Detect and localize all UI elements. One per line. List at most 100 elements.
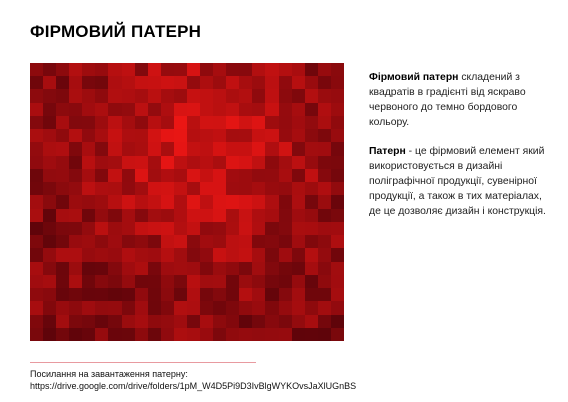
pattern-square: [278, 115, 292, 130]
pattern-square: [95, 76, 109, 90]
pattern-square: [239, 248, 253, 262]
pattern-square: [330, 102, 344, 116]
pattern-square: [173, 129, 187, 143]
pattern-square: [134, 115, 148, 130]
pattern-square: [43, 76, 57, 90]
pattern-square: [69, 314, 83, 328]
pattern-square: [291, 155, 305, 169]
pattern-square: [95, 168, 109, 183]
pattern-square: [95, 274, 109, 289]
pattern-square: [265, 274, 279, 289]
pattern-square: [330, 63, 344, 77]
pattern-square: [121, 208, 135, 222]
pattern-square: [95, 301, 109, 315]
pattern-square: [304, 301, 318, 315]
pattern-square: [82, 261, 96, 275]
pattern-square: [69, 115, 83, 130]
pattern-square: [134, 221, 148, 236]
download-label: Посилання на завантаження патерну:: [30, 369, 188, 379]
pattern-square: [56, 168, 70, 183]
pattern-square: [304, 195, 318, 209]
pattern-square: [200, 301, 214, 315]
pattern-square: [173, 274, 187, 289]
pattern-square: [226, 182, 240, 196]
pattern-square: [30, 89, 44, 103]
pattern-square: [121, 235, 135, 249]
description-block: Фірмовий патерн складений з квадратів в …: [369, 70, 554, 233]
pattern-square: [200, 261, 214, 275]
pattern-square: [317, 208, 331, 222]
pattern-square: [304, 235, 318, 249]
pattern-square: [304, 208, 318, 222]
pattern-square: [291, 261, 305, 275]
pattern-square: [147, 168, 161, 183]
pattern-square: [278, 142, 292, 156]
pattern-square: [226, 195, 240, 209]
pattern-square: [291, 129, 305, 143]
pattern-square: [186, 89, 201, 103]
pattern-square: [330, 182, 344, 196]
pattern-square: [304, 182, 318, 196]
pattern-square: [278, 155, 292, 169]
pattern-square: [108, 168, 122, 183]
pattern-square: [147, 142, 161, 156]
pattern-square: [43, 129, 57, 143]
pattern-square: [265, 168, 279, 183]
pattern-square: [330, 288, 344, 302]
pattern-square: [226, 288, 240, 302]
pattern-square: [160, 327, 174, 341]
pattern-square: [160, 182, 174, 196]
pattern-square: [30, 155, 44, 169]
pattern-square: [304, 155, 318, 169]
pattern-square: [265, 195, 279, 209]
pattern-square: [278, 182, 292, 196]
pattern-square: [226, 76, 240, 90]
pattern-square: [147, 288, 161, 302]
pattern-square: [278, 221, 292, 236]
pattern-square: [239, 314, 253, 328]
pattern-square: [330, 195, 344, 209]
pattern-square: [239, 89, 253, 103]
pattern-square: [330, 155, 344, 169]
pattern-square: [160, 89, 174, 103]
pattern-square: [252, 102, 266, 116]
pattern-square: [186, 115, 201, 130]
pattern-square: [278, 195, 292, 209]
download-link[interactable]: https://drive.google.com/drive/folders/1…: [30, 381, 356, 391]
pattern-square: [304, 314, 318, 328]
pattern-square: [186, 129, 201, 143]
pattern-square: [160, 261, 174, 275]
pattern-square: [265, 314, 279, 328]
pattern-square: [69, 89, 83, 103]
pattern-square: [330, 129, 344, 143]
pattern-square: [304, 168, 318, 183]
pattern-square: [56, 261, 70, 275]
pattern-square: [95, 115, 109, 130]
pattern-square: [265, 76, 279, 90]
pattern-square: [134, 195, 148, 209]
pattern-square: [173, 288, 187, 302]
pattern-square: [56, 274, 70, 289]
pattern-square: [213, 248, 227, 262]
pattern-square: [252, 142, 266, 156]
pattern-square: [147, 314, 161, 328]
pattern-square: [147, 129, 161, 143]
pattern-square: [43, 248, 57, 262]
pattern-square: [173, 115, 187, 130]
pattern-square: [278, 314, 292, 328]
pattern-square: [108, 115, 122, 130]
pattern-square: [186, 102, 201, 116]
pattern-square: [252, 168, 266, 183]
pattern-square: [160, 301, 174, 315]
pattern-square: [69, 155, 83, 169]
pattern-square: [291, 142, 305, 156]
pattern-square: [69, 274, 83, 289]
pattern-square: [121, 76, 135, 90]
pattern-square: [186, 63, 201, 77]
pattern-square: [213, 221, 227, 236]
pattern-square: [173, 182, 187, 196]
pattern-square: [69, 301, 83, 315]
pattern-square: [30, 142, 44, 156]
pattern-square: [252, 63, 266, 77]
pattern-square: [317, 301, 331, 315]
